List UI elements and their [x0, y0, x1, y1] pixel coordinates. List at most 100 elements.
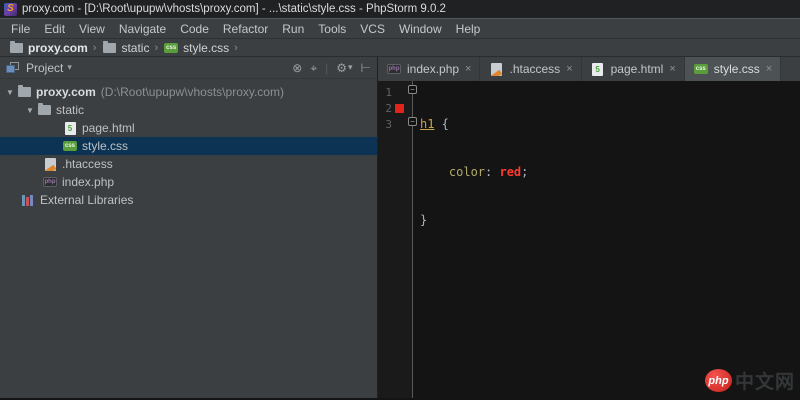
tree-row-htaccess[interactable]: .htaccess	[0, 155, 377, 173]
expand-arrow-icon[interactable]: ▼	[4, 88, 16, 97]
php-logo-icon: php	[704, 369, 732, 392]
fold-end-icon[interactable]: −	[408, 117, 417, 126]
project-tree: ▼ proxy.com (D:\Root\upupw\vhosts\proxy.…	[0, 79, 377, 209]
tab-style-css[interactable]: css style.css ×	[684, 57, 782, 81]
html-file-icon: 5	[590, 62, 606, 76]
main-area: Project ▾ ⊗ ⌖ | ⚙ ▾ ⊢ ▼ proxy.com (D:\Roo…	[0, 57, 800, 398]
menu-file[interactable]: File	[4, 22, 37, 36]
title-bar: S proxy.com - [D:\Root\upupw\vhosts\prox…	[0, 0, 800, 18]
window-title: proxy.com - [D:\Root\upupw\vhosts\proxy.…	[22, 3, 446, 15]
close-icon[interactable]: ×	[669, 63, 675, 75]
fold-collapse-icon[interactable]: −	[408, 85, 417, 94]
chevron-right-icon: ›	[234, 41, 238, 54]
gutter-separator-line	[412, 81, 413, 398]
folder-icon	[101, 40, 117, 53]
css-file-icon: css	[693, 64, 708, 74]
breadcrumb-label: style.css	[183, 40, 230, 55]
line-number: 3	[385, 117, 392, 131]
settings-gear-icon[interactable]: ⚙ ▾	[336, 61, 352, 75]
project-panel-header: Project ▾ ⊗ ⌖ | ⚙ ▾ ⊢	[0, 57, 377, 79]
expand-arrow-icon[interactable]: ▼	[24, 106, 36, 115]
tree-row-external-libraries[interactable]: External Libraries	[0, 191, 377, 209]
tree-label: .htaccess	[62, 157, 113, 171]
css-file-icon: css	[164, 42, 179, 53]
tree-row-page-html[interactable]: 5 page.html	[0, 119, 377, 137]
menu-code[interactable]: Code	[173, 22, 216, 36]
folder-icon	[36, 103, 52, 115]
tree-label: External Libraries	[40, 193, 134, 207]
htaccess-file-icon	[488, 62, 504, 76]
menu-navigate[interactable]: Navigate	[112, 22, 173, 36]
code-line-1: h1 {	[420, 117, 449, 131]
tree-row-style-css[interactable]: css style.css	[0, 137, 377, 155]
tab-page-html[interactable]: 5 page.html ×	[582, 57, 685, 81]
code-content[interactable]: h1 { color: red; }	[412, 81, 800, 398]
toolbar-separator: |	[325, 60, 329, 75]
php-file-icon: php	[43, 177, 57, 187]
scroll-from-source-icon[interactable]: ⌖	[310, 62, 317, 74]
folder-icon	[8, 40, 24, 53]
editor-area: php index.php × .htaccess × 5 page.html …	[378, 57, 800, 398]
phpstorm-logo-icon: S	[4, 2, 17, 16]
project-panel: Project ▾ ⊗ ⌖ | ⚙ ▾ ⊢ ▼ proxy.com (D:\Roo…	[0, 57, 378, 398]
tab-label: .htaccess	[509, 62, 561, 76]
breadcrumb-label: proxy.com	[28, 40, 88, 55]
chevron-right-icon: ›	[92, 41, 97, 54]
close-icon[interactable]: ×	[566, 63, 572, 75]
tab-htaccess[interactable]: .htaccess ×	[480, 57, 582, 81]
menu-view[interactable]: View	[72, 22, 112, 36]
breadcrumb-label: static	[121, 40, 150, 55]
code-line-2: color: red;	[448, 165, 529, 179]
code-editor[interactable]: 1 2 3 − − h1 { color: red; }	[378, 81, 800, 398]
editor-gutter: 1 2 3	[378, 81, 412, 398]
menu-edit[interactable]: Edit	[37, 22, 72, 36]
color-preview-red-swatch[interactable]	[394, 103, 404, 113]
tree-label: style.css	[82, 139, 129, 153]
php-cn-watermark: php 中文网	[704, 367, 795, 394]
tree-label: proxy.com	[36, 85, 96, 99]
tree-row-static[interactable]: ▼ static	[0, 101, 377, 119]
chevron-down-icon[interactable]: ▾	[67, 62, 72, 73]
breadcrumb-style-css[interactable]: css style.css	[163, 41, 229, 55]
css-selector-token: h1	[420, 117, 435, 131]
menu-window[interactable]: Window	[392, 22, 449, 36]
collapse-all-icon[interactable]: ⊗	[292, 62, 302, 74]
chevron-right-icon: ›	[154, 41, 159, 54]
tree-label: index.php	[62, 175, 115, 189]
project-panel-title[interactable]: Project	[26, 61, 63, 75]
editor-tab-bar: php index.php × .htaccess × 5 page.html …	[378, 57, 800, 81]
tree-row-index-php[interactable]: php index.php	[0, 173, 377, 191]
css-value-token: red	[499, 165, 522, 179]
menu-vcs[interactable]: VCS	[353, 22, 392, 36]
line-number: 2	[385, 101, 392, 115]
watermark-text: 中文网	[734, 371, 795, 393]
menu-refactor[interactable]: Refactor	[216, 22, 275, 36]
code-line-3: }	[420, 213, 428, 227]
tab-label: index.php	[407, 62, 460, 76]
tool-window-icon	[6, 61, 20, 74]
menu-help[interactable]: Help	[449, 22, 488, 36]
tree-label: static	[56, 103, 85, 117]
breadcrumb-static[interactable]: static	[101, 40, 150, 55]
close-icon[interactable]: ×	[766, 63, 772, 75]
tab-label: page.html	[610, 62, 664, 76]
menu-bar: File Edit View Navigate Code Refactor Ru…	[0, 18, 800, 38]
folder-icon	[16, 85, 32, 97]
breadcrumb-proxy-com[interactable]: proxy.com	[8, 40, 88, 55]
tab-label: style.css	[713, 62, 760, 76]
navigation-bar: proxy.com › static › css style.css ›	[0, 38, 800, 57]
menu-tools[interactable]: Tools	[311, 22, 353, 36]
tree-path: (D:\Root\upupw\vhosts\proxy.com)	[100, 85, 284, 99]
tree-row-proxy-com[interactable]: ▼ proxy.com (D:\Root\upupw\vhosts\proxy.…	[0, 83, 377, 101]
tree-label: page.html	[82, 121, 135, 135]
htaccess-file-icon	[42, 157, 58, 171]
php-file-icon: php	[387, 64, 401, 74]
line-number: 1	[385, 85, 392, 99]
menu-run[interactable]: Run	[275, 22, 311, 36]
html-file-icon: 5	[62, 121, 78, 135]
css-file-icon: css	[63, 141, 77, 151]
hide-panel-icon[interactable]: ⊢	[361, 62, 371, 74]
css-property-token: color	[448, 165, 486, 179]
close-icon[interactable]: ×	[465, 63, 471, 75]
tab-index-php[interactable]: php index.php ×	[378, 57, 481, 81]
